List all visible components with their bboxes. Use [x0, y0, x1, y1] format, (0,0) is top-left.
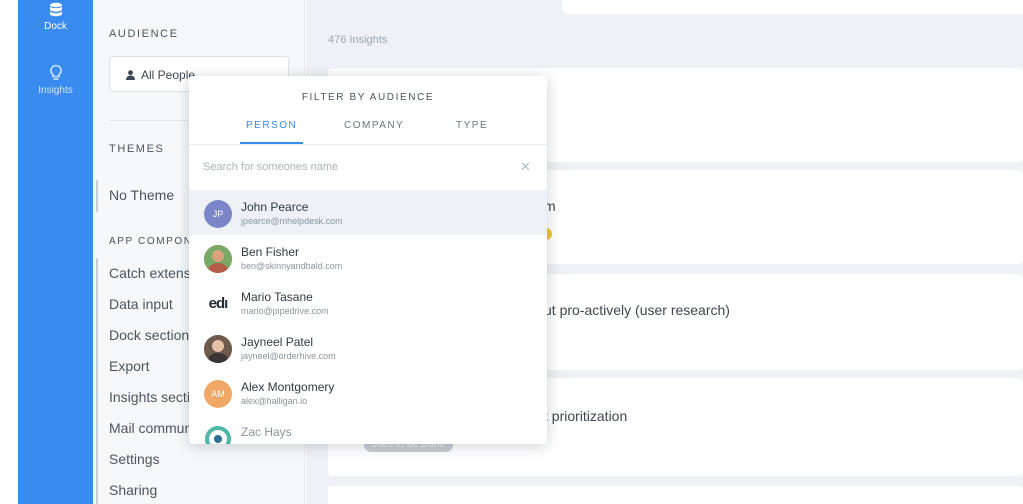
- audience-select-value: All People: [141, 68, 196, 82]
- person-row-ben-fisher[interactable]: Ben Fisher ben@skinnyandbald.com: [189, 235, 547, 280]
- person-row-alex-montgomery[interactable]: AM Alex Montgomery alex@halligan.io: [189, 370, 547, 415]
- top-card: [562, 0, 1023, 14]
- lightbulb-icon: [49, 64, 62, 80]
- person-search: ✕: [189, 145, 547, 190]
- rail-item-insights[interactable]: Insights: [18, 64, 93, 96]
- company-logo: edı: [204, 290, 232, 318]
- insight-card-title: t prioritization: [544, 408, 628, 424]
- tab-company[interactable]: COMPANY: [344, 120, 404, 144]
- person-row-mario-tasane[interactable]: edı Mario Tasane mario@pipedrive.com: [189, 280, 547, 325]
- person-email: ben@skinnyandbald.com: [241, 261, 343, 271]
- person-email: jayneel@orderhive.com: [241, 351, 336, 361]
- database-icon: [49, 2, 62, 17]
- person-name: Zac Hays: [241, 425, 292, 439]
- rail-item-label: Insights: [38, 85, 73, 96]
- rail-item-dock[interactable]: Dock: [18, 2, 93, 32]
- tab-type[interactable]: TYPE: [456, 120, 488, 144]
- component-item[interactable]: Settings: [96, 444, 305, 475]
- avatar-photo-icon: [204, 245, 232, 273]
- audience-filter-popover: FILTER BY AUDIENCE PERSON COMPANY TYPE ✕…: [189, 76, 547, 444]
- avatar: AM: [204, 380, 232, 408]
- audience-heading: AUDIENCE: [109, 28, 179, 40]
- person-list: JP John Pearce jpearce@mhelpdesk.com Ben…: [189, 190, 547, 444]
- close-icon[interactable]: ✕: [520, 159, 531, 175]
- person-row-jayneel-patel[interactable]: Jayneel Patel jayneel@orderhive.com: [189, 325, 547, 370]
- tab-person[interactable]: PERSON: [239, 120, 304, 144]
- avatar-logo-icon: [205, 426, 231, 444]
- person-row-zac-hays[interactable]: Zac Hays: [189, 415, 547, 444]
- person-email: jpearce@mhelpdesk.com: [241, 216, 343, 226]
- person-name: Alex Montgomery: [241, 380, 335, 394]
- audience-tabs: PERSON COMPANY TYPE: [189, 120, 547, 144]
- person-row-john-pearce[interactable]: JP John Pearce jpearce@mhelpdesk.com: [189, 190, 547, 235]
- avatar-photo-icon: [204, 335, 232, 363]
- insight-count: 476 Insights: [328, 34, 388, 46]
- app-rail: Dock Insights: [18, 0, 93, 504]
- avatar: [204, 245, 232, 273]
- person-search-input[interactable]: [203, 157, 503, 177]
- avatar: [204, 335, 232, 363]
- component-item[interactable]: Sharing: [96, 475, 305, 504]
- insight-card[interactable]: [328, 486, 1023, 504]
- person-name: Jayneel Patel: [241, 335, 314, 349]
- popover-title: FILTER BY AUDIENCE: [301, 92, 435, 103]
- rail-item-label: Dock: [44, 21, 67, 32]
- insight-card-title: ut pro-actively (user research): [544, 302, 730, 318]
- person-name: Ben Fisher: [241, 245, 300, 259]
- avatar: [204, 425, 232, 444]
- person-email: mario@pipedrive.com: [241, 306, 329, 316]
- person-icon: [126, 70, 135, 80]
- avatar: JP: [204, 200, 232, 228]
- person-email: alex@halligan.io: [241, 396, 308, 406]
- person-name: John Pearce: [241, 200, 309, 214]
- person-name: Mario Tasane: [241, 290, 313, 304]
- themes-heading: THEMES: [109, 143, 165, 155]
